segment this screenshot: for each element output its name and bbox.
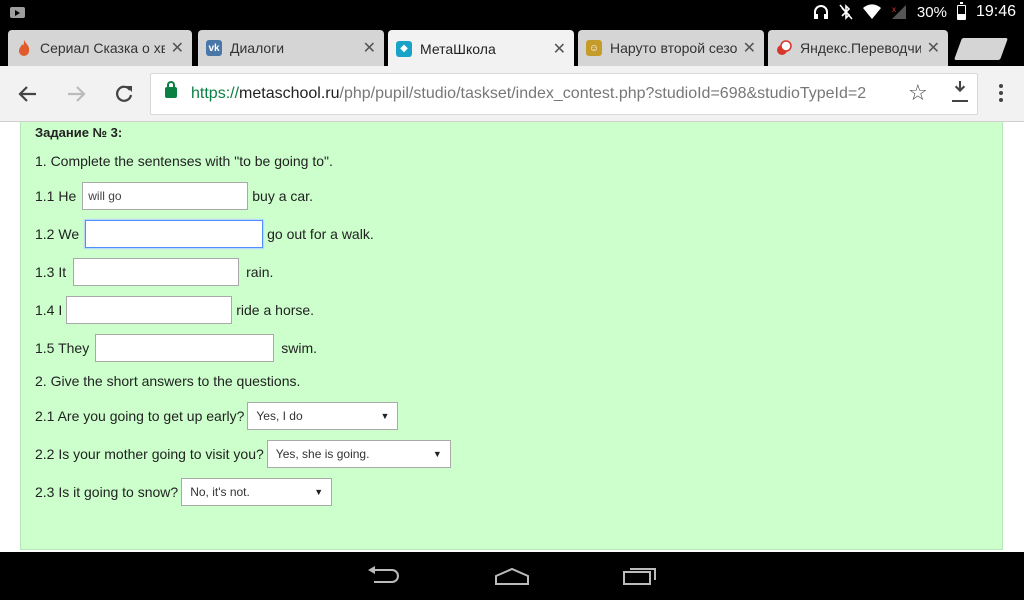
task-panel: Задание № 3: 1. Complete the sentenses w… (20, 122, 1003, 550)
url-path: /php/pupil/studio/taskset/index_contest.… (339, 85, 867, 102)
download-icon[interactable] (950, 81, 970, 103)
tab-serial[interactable]: Сериал Сказка о хв ✕ (8, 30, 192, 66)
clock: 19:46 (975, 3, 1016, 20)
tab-title: Диалоги (230, 40, 285, 56)
fill-suffix: ride a horse. (236, 302, 315, 318)
fill-row-1: 1.1 He will go buy a car. (35, 182, 313, 210)
battery-percent: 30% (916, 3, 947, 21)
tab-title: Наруто второй сезо (610, 40, 737, 56)
back-button[interactable] (14, 80, 42, 108)
question-row-2: 2.2 Is your mother going to visit you? Y… (35, 440, 451, 468)
yandex-translate-favicon-icon (776, 40, 792, 56)
question-label: 2.1 Are you going to get up early? (35, 408, 245, 424)
answer-input-1-2[interactable] (85, 220, 264, 248)
close-icon[interactable]: ✕ (171, 38, 184, 58)
youtube-notification-icon (10, 7, 25, 18)
question-label: 2.3 Is it going to snow? (35, 484, 179, 500)
fill-label: 1.2 We (35, 226, 80, 242)
signal-icon: x (891, 5, 906, 19)
wifi-icon (862, 4, 881, 20)
tab-title: Сериал Сказка о хв (40, 40, 165, 56)
browser-toolbar: https://metaschool.ru/php/pupil/studio/t… (0, 66, 1024, 122)
dropdown-caret-icon: ▼ (314, 487, 324, 497)
answer-input-1-1[interactable]: will go (82, 182, 249, 210)
bluetooth-off-icon (839, 4, 853, 20)
tab-metaschool[interactable]: ◆ МетаШкола ✕ (388, 30, 574, 67)
fill-label: 1.3 It (35, 264, 67, 280)
part1-instruction: 1. Complete the sentenses with "to be go… (35, 153, 333, 169)
tab-naruto[interactable]: ☺ Наруто второй сезо ✕ (578, 30, 764, 66)
svg-text:x: x (892, 5, 896, 14)
bookmark-star-icon[interactable]: ☆ (908, 80, 928, 106)
tab-strip: Сериал Сказка о хв ✕ vk Диалоги ✕ ◆ Мета… (0, 26, 1024, 67)
metaschool-favicon-icon: ◆ (396, 40, 412, 57)
fill-suffix: go out for a walk. (267, 226, 374, 242)
select-value: Yes, I do (256, 409, 303, 423)
answer-select-2-2[interactable]: Yes, she is going. ▼ (266, 440, 451, 468)
tab-dialogs[interactable]: vk Диалоги ✕ (198, 30, 384, 66)
forward-button[interactable] (62, 80, 90, 108)
fill-label: 1.4 I (35, 302, 63, 318)
close-icon[interactable]: ✕ (363, 38, 376, 58)
lock-icon (165, 81, 177, 98)
arrow-left-icon (18, 86, 36, 102)
system-back-icon[interactable] (366, 566, 402, 586)
answer-input-1-5[interactable] (95, 334, 275, 362)
answer-select-2-1[interactable]: Yes, I do ▼ (247, 402, 399, 430)
more-menu-icon[interactable] (996, 82, 1006, 104)
tab-yandex-translate[interactable]: Яндекс.Переводчик ✕ (768, 30, 948, 66)
fill-row-4: 1.4 I ride a horse. (35, 296, 314, 324)
url-text[interactable]: https://metaschool.ru/php/pupil/studio/t… (191, 85, 866, 103)
close-icon[interactable]: ✕ (553, 39, 566, 59)
fill-row-2: 1.2 We go out for a walk. (35, 220, 374, 248)
close-icon[interactable]: ✕ (927, 38, 940, 58)
select-value: Yes, she is going. (275, 447, 370, 461)
fill-row-3: 1.3 It rain. (35, 258, 273, 286)
select-value: No, it's not. (190, 485, 250, 499)
answer-input-1-4[interactable] (66, 296, 233, 324)
headphones-icon (813, 5, 828, 19)
fill-suffix: swim. (281, 340, 318, 356)
new-tab-button[interactable] (953, 38, 1009, 60)
reload-icon (116, 85, 133, 102)
url-scheme: https:// (191, 85, 240, 102)
part2-instruction: 2. Give the short answers to the questio… (35, 373, 301, 389)
system-nav-bar (0, 552, 1024, 600)
answer-input-1-3[interactable] (73, 258, 240, 286)
close-icon[interactable]: ✕ (743, 38, 756, 58)
battery-icon (956, 1, 966, 20)
reload-button[interactable] (110, 80, 138, 108)
task-title: Задание № 3: (35, 125, 123, 140)
tab-title: Яндекс.Переводчик (800, 40, 921, 56)
tab-title: МетаШкола (420, 40, 496, 57)
naruto-favicon-icon: ☺ (586, 40, 602, 56)
dropdown-caret-icon: ▼ (380, 411, 390, 421)
answer-select-2-3[interactable]: No, it's not. ▼ (181, 478, 333, 506)
vk-favicon-icon: vk (206, 40, 222, 56)
fill-label: 1.1 He (35, 188, 77, 204)
address-bar[interactable]: https://metaschool.ru/php/pupil/studio/t… (150, 73, 978, 115)
system-home-icon[interactable] (494, 566, 530, 586)
question-label: 2.2 Is your mother going to visit you? (35, 446, 264, 462)
status-icons: x 30% 19:46 (813, 1, 1016, 21)
status-bar: x 30% 19:46 (0, 0, 1024, 26)
fill-row-5: 1.5 They swim. (35, 334, 317, 362)
fill-label: 1.5 They (35, 340, 90, 356)
fill-suffix: rain. (246, 264, 274, 280)
page-content: Задание № 3: 1. Complete the sentenses w… (0, 122, 1024, 552)
fill-suffix: buy a car. (252, 188, 313, 204)
flame-favicon-icon (16, 40, 32, 56)
arrow-right-icon (68, 86, 86, 102)
url-host: metaschool.ru (239, 85, 340, 102)
question-row-3: 2.3 Is it going to snow? No, it's not. ▼ (35, 478, 333, 506)
question-row-1: 2.1 Are you going to get up early? Yes, … (35, 402, 399, 430)
dropdown-caret-icon: ▼ (432, 449, 442, 459)
system-recents-icon[interactable] (622, 566, 658, 586)
